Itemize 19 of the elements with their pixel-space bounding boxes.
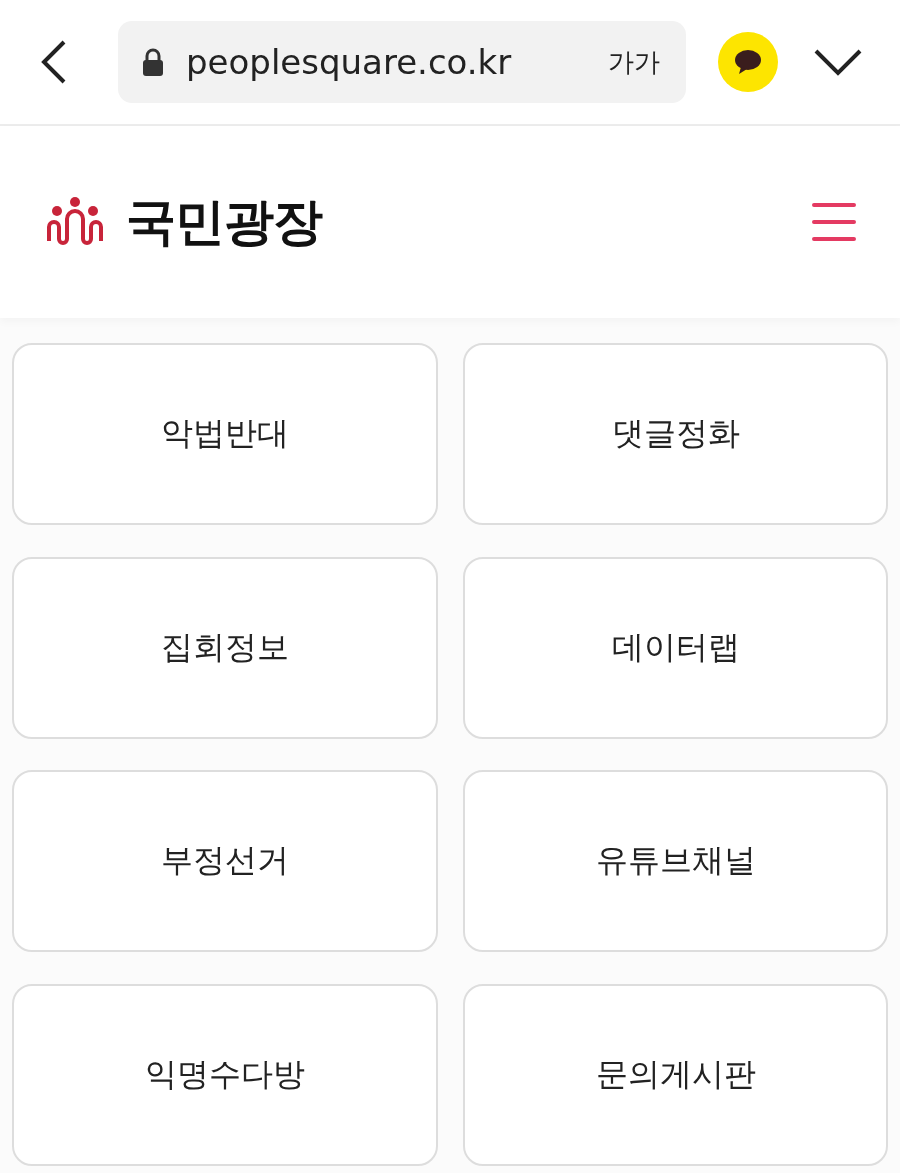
- menu-tile[interactable]: 유튜브채널: [463, 770, 888, 952]
- menu-button[interactable]: [812, 202, 856, 242]
- menu-tile[interactable]: 악법반대: [12, 343, 438, 525]
- site-title: 국민광장: [126, 191, 324, 253]
- menu-tile[interactable]: 익명수다방: [12, 983, 438, 1166]
- url-text: peoplesquare.co.kr: [186, 42, 513, 82]
- menu-tile[interactable]: 문의게시판: [463, 983, 888, 1166]
- menu-icon: [812, 202, 856, 242]
- chat-button[interactable]: [718, 32, 778, 92]
- menu-tile[interactable]: 댓글정화: [463, 343, 888, 525]
- speech-bubble-icon: [734, 49, 762, 75]
- text-size-button[interactable]: 가가: [608, 44, 660, 80]
- lock-icon: [142, 48, 164, 76]
- menu-tile[interactable]: 집회정보: [12, 556, 438, 739]
- logo-icon: [46, 197, 104, 247]
- menu-tile[interactable]: 부정선거: [12, 770, 438, 952]
- menu-tile[interactable]: 데이터랩: [463, 556, 888, 739]
- collapse-button[interactable]: [814, 48, 862, 76]
- address-bar[interactable]: peoplesquare.co.kr 가가: [118, 21, 686, 103]
